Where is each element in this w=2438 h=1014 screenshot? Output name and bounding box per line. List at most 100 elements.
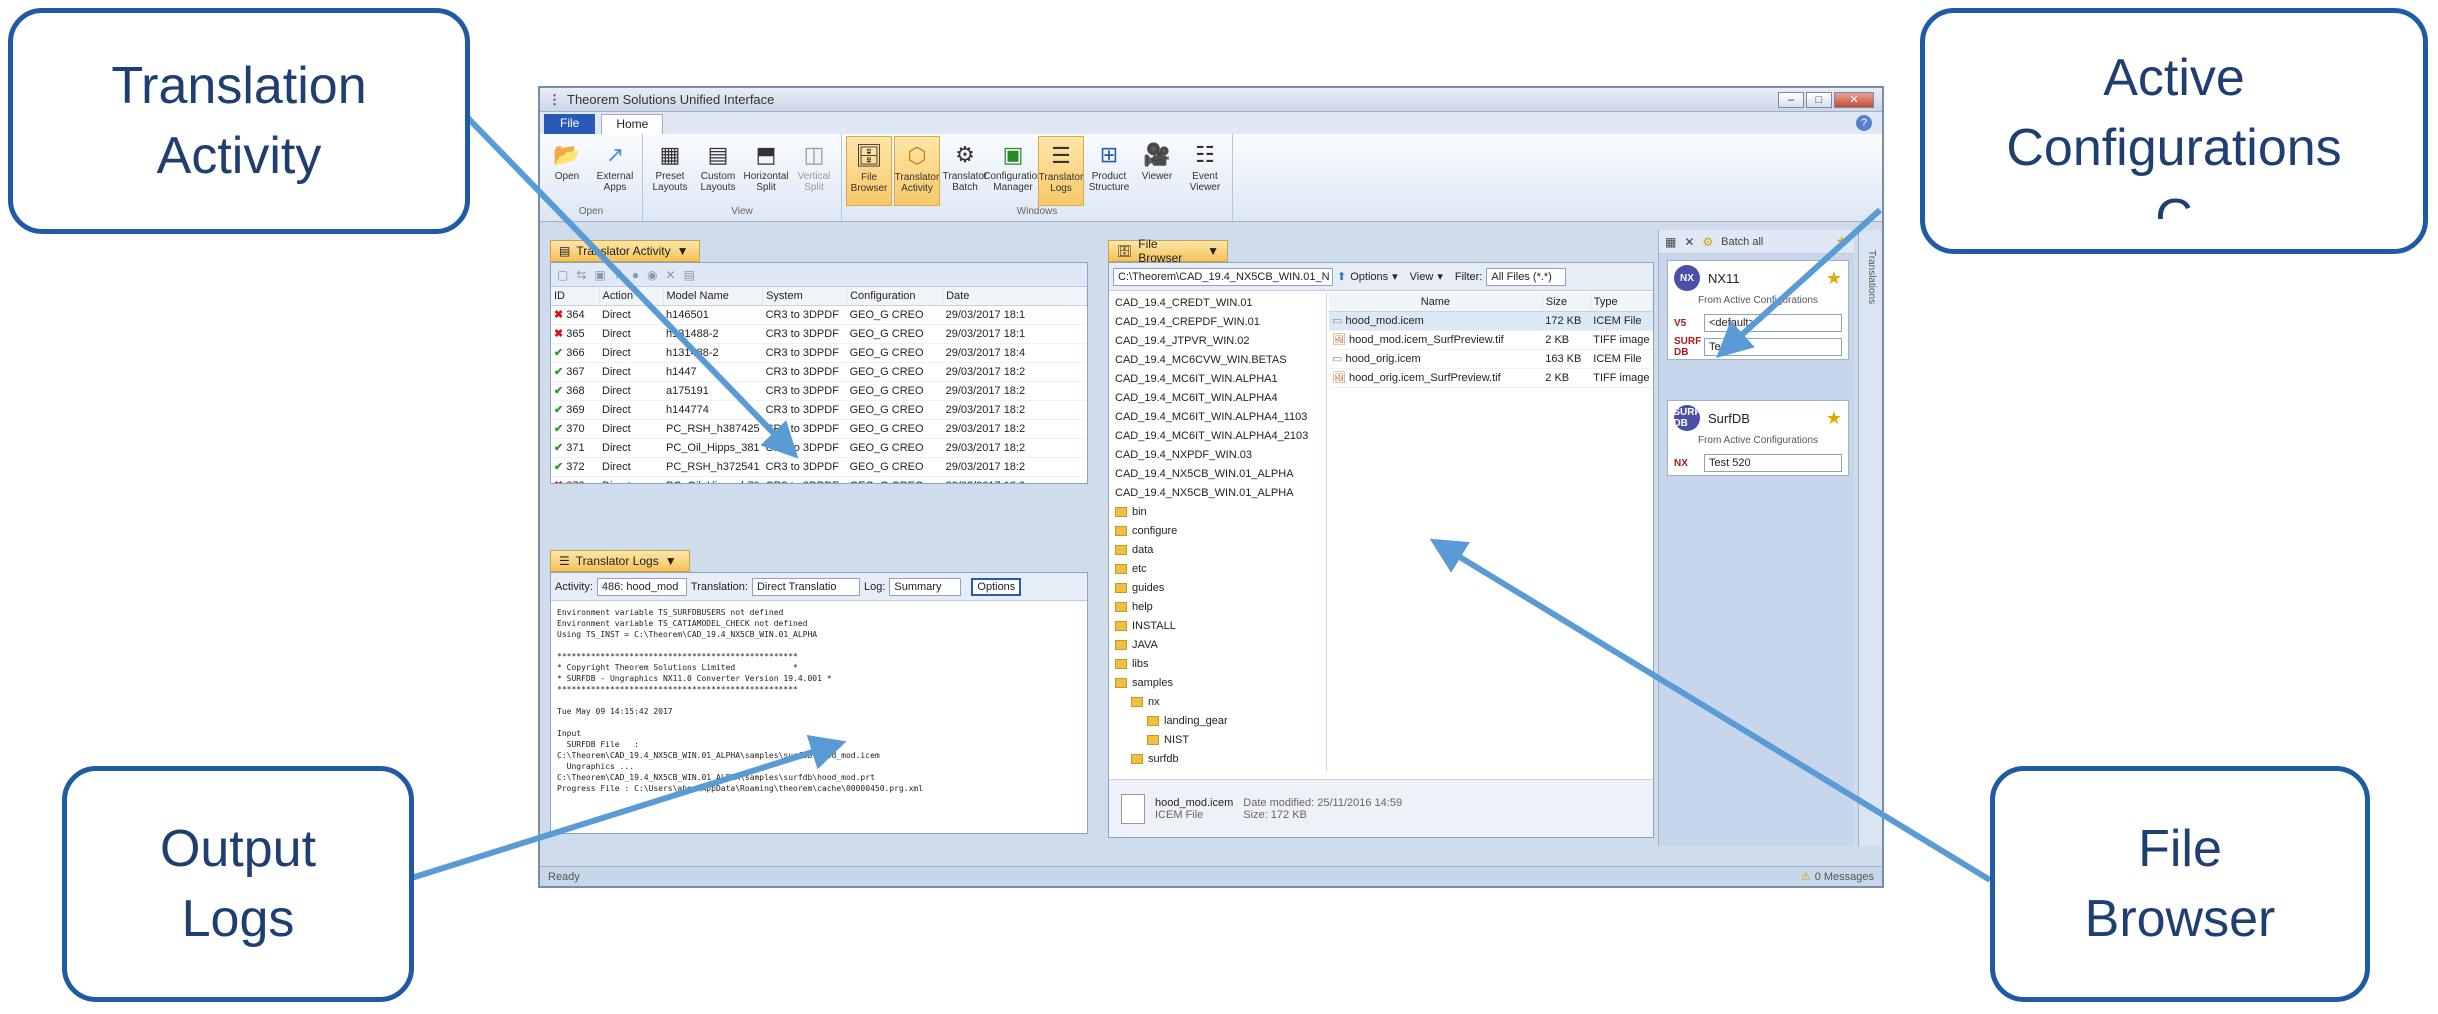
col-action[interactable]: Action [599, 287, 664, 306]
translator-batch-button[interactable]: ⚙ Translator Batch [942, 136, 988, 206]
config-select[interactable]: <default> [1704, 314, 1842, 332]
translator-activity-tab[interactable]: ▤ Translator Activity ▼ [550, 240, 700, 262]
tree-item[interactable]: INSTALL [1109, 616, 1326, 635]
file-row[interactable]: 🖼 hood_mod.icem_SurfPreview.tif 2 KB TIFF … [1329, 330, 1653, 350]
file-browser-button[interactable]: 🗄 File Browser [846, 136, 892, 206]
up-folder-icon[interactable]: ⬆ [1337, 270, 1346, 283]
preset-layouts-button[interactable]: ▦ Preset Layouts [647, 136, 693, 206]
table-row[interactable]: ✔ 371 Direct PC_Oil_Hipps_381 CR3 to 3DPDF G… [551, 438, 1087, 458]
col-config[interactable]: Configuration [846, 287, 944, 306]
configuration-manager-button[interactable]: ▣ Configuration Manager [983, 136, 1042, 206]
table-row[interactable]: ✖ 373DirectPC_Oil_Hipps_b70CR3 to 3DPDFG… [551, 476, 1087, 483]
tab-home[interactable]: Home [601, 114, 664, 134]
file-browser-tab[interactable]: 🗄 File Browser ▼ [1108, 237, 1228, 265]
toolbar-icon[interactable]: ◉ [647, 268, 657, 282]
view-menu[interactable]: View [1410, 271, 1434, 283]
horizontal-split-button[interactable]: ⬒ Horizontal Split [743, 136, 789, 206]
tree-item[interactable]: libs [1109, 654, 1326, 673]
tree-item[interactable]: CAD_19.4_MC6IT_WIN.ALPHA4_1103 [1109, 407, 1326, 426]
translator-logs-tab[interactable]: ☰ Translator Logs ▼ [550, 550, 690, 572]
options-menu[interactable]: Options [1350, 271, 1388, 283]
tree-item[interactable]: CAD_19.4_MC6CVW_WIN.BETAS [1109, 350, 1326, 369]
product-structure-button[interactable]: ⊞ Product Structure [1086, 136, 1132, 206]
toolbar-icon[interactable]: ▣ [594, 268, 605, 282]
table-row[interactable]: ✔ 367 Direct h1447 CR3 to 3DPDF GEO_G CREO 29… [551, 362, 1087, 382]
tree-item[interactable]: help [1109, 597, 1326, 616]
batch-all-button[interactable]: Batch all [1721, 236, 1763, 248]
tree-item[interactable]: CAD_19.4_MC6IT_WIN.ALPHA4_2103 [1109, 426, 1326, 445]
tree-item[interactable]: configure [1109, 521, 1326, 540]
translator-logs-button[interactable]: ☰ Translator Logs [1038, 136, 1084, 206]
toolbar-icon[interactable]: ● [632, 268, 639, 282]
help-icon[interactable]: ? [1856, 115, 1872, 131]
tree-item[interactable]: nx [1109, 692, 1326, 711]
tree-item[interactable]: data [1109, 540, 1326, 559]
log-select[interactable]: Summary [889, 577, 962, 596]
minimize-button[interactable]: – [1778, 91, 1804, 108]
title-bar: ⋮ Theorem Solutions Unified Interface – … [540, 88, 1882, 112]
toolbar-icon[interactable]: ⇆ [576, 268, 586, 282]
col-name[interactable]: Name [1329, 293, 1543, 312]
tree-item[interactable]: CAD_19.4_MC6IT_WIN.ALPHA4 [1109, 388, 1326, 407]
config-select[interactable]: Test 520 [1704, 454, 1842, 472]
tree-item[interactable]: CAD_19.4_JTPVR_WIN.02 [1109, 331, 1326, 350]
external-apps-button[interactable]: ↗ External Apps [592, 136, 638, 206]
config-select[interactable]: Test 20 [1704, 338, 1842, 356]
filter-select[interactable]: All Files (*.*) [1486, 267, 1567, 286]
star-icon[interactable]: ★ [1826, 268, 1842, 289]
tree-item[interactable]: CAD_19.4_NXPDF_WIN.03 [1109, 445, 1326, 464]
event-viewer-button[interactable]: ☷ Event Viewer [1182, 136, 1228, 206]
tree-item[interactable]: bin [1109, 502, 1326, 521]
table-row[interactable]: ✔ 372 Direct PC_RSH_h372541 CR3 to 3DPDF GEO… [551, 457, 1087, 477]
vertical-split-button[interactable]: ◫ Vertical Split [791, 136, 837, 206]
col-system[interactable]: System [762, 287, 848, 306]
tree-item[interactable]: etc [1109, 559, 1326, 578]
tree-item[interactable]: samples [1109, 673, 1326, 692]
table-row[interactable]: ✔ 366 Direct h131488-2 CR3 to 3DPDF GEO_G CR… [551, 343, 1087, 363]
tree-item[interactable]: JAVA [1109, 635, 1326, 654]
tree-item[interactable]: CAD_19.4_CREDT_WIN.01 [1109, 293, 1326, 312]
translation-select[interactable]: Direct Translatio [751, 577, 860, 596]
toolbar-icon[interactable]: ⇅ [614, 268, 624, 282]
maximize-button[interactable]: □ [1806, 91, 1832, 108]
file-row[interactable]: ▭ hood_orig.icem 163 KB ICEM File [1329, 349, 1653, 369]
toolbar-icon[interactable]: ▤ [684, 268, 695, 282]
tree-item[interactable]: CAD_19.4_NX5CB_WIN.01_ALPHA [1109, 483, 1326, 502]
tree-item[interactable]: CAD_19.4_CREPDF_WIN.01 [1109, 312, 1326, 331]
star-icon[interactable]: ★ [1826, 408, 1842, 429]
config-grid-icon[interactable]: ▦ [1665, 235, 1676, 249]
tab-file[interactable]: File [544, 114, 596, 134]
star-icon[interactable]: ★ [1835, 233, 1848, 250]
delete-icon[interactable]: ✕ [666, 268, 676, 282]
close-button[interactable]: ✕ [1834, 91, 1874, 108]
table-row[interactable]: ✖ 364 Direct h146501 CR3 to 3DPDF GEO_G CREO… [551, 305, 1087, 325]
viewer-button[interactable]: 🎥 Viewer [1134, 136, 1180, 206]
path-input[interactable]: C:\Theorem\CAD_19.4_NX5CB_WIN.01_N [1113, 267, 1333, 286]
activity-select[interactable]: 486: hood_mod [596, 577, 687, 596]
col-id[interactable]: ID [551, 287, 600, 306]
delete-icon[interactable]: ✕ [1684, 235, 1694, 249]
translations-side-tab[interactable]: Translations [1858, 230, 1882, 846]
tree-item[interactable]: surfdb [1109, 749, 1326, 768]
col-type[interactable]: Type [1590, 293, 1653, 312]
col-size[interactable]: Size [1542, 293, 1591, 312]
tree-item[interactable]: NIST [1109, 730, 1326, 749]
table-row[interactable]: ✔ 369 Direct h144774 CR3 to 3DPDF GEO_G CREO… [551, 400, 1087, 420]
tree-item[interactable]: landing_gear [1109, 711, 1326, 730]
custom-layouts-button[interactable]: ▤ Custom Layouts [695, 136, 741, 206]
tree-item[interactable]: CAD_19.4_MC6IT_WIN.ALPHA1 [1109, 369, 1326, 388]
file-row[interactable]: ▭ hood_mod.icem 172 KB ICEM File [1329, 311, 1653, 331]
table-row[interactable]: ✔ 370 Direct PC_RSH_h387425 CR3 to 3DPDF GEO… [551, 419, 1087, 439]
toolbar-icon[interactable]: ▢ [557, 268, 568, 282]
translator-activity-button[interactable]: ⬡ Translator Activity [894, 136, 940, 206]
table-row[interactable]: ✖ 365 Direct h131488-2 CR3 to 3DPDF GEO_G CR… [551, 324, 1087, 344]
table-row[interactable]: ✔ 368 Direct a175191 CR3 to 3DPDF GEO_G CREO… [551, 381, 1087, 401]
options-button[interactable]: Options [971, 577, 1022, 596]
col-model[interactable]: Model Name [663, 287, 764, 306]
col-date[interactable]: Date [942, 287, 1087, 306]
tree-item[interactable]: guides [1109, 578, 1326, 597]
ribbon-group-open: 📂 Open ↗ External Apps Open [540, 134, 643, 221]
file-row[interactable]: 🖼 hood_orig.icem_SurfPreview.tif 2 KB TIFF… [1329, 368, 1653, 388]
open-button[interactable]: 📂 Open [544, 136, 590, 206]
tree-item[interactable]: CAD_19.4_NX5CB_WIN.01_ALPHA [1109, 464, 1326, 483]
